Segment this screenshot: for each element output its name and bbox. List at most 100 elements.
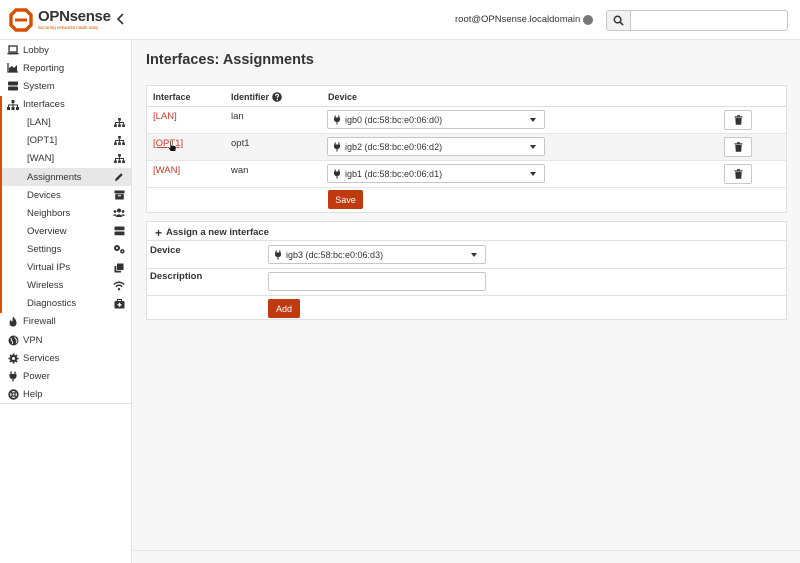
logo[interactable]: OPNsense Securing networks made easy [8,6,111,34]
sidebar-item-system[interactable]: System [0,77,131,95]
sitemap-icon [7,99,19,111]
plug-icon [274,250,283,260]
sidebar-item-virtual-ips[interactable]: Virtual IPs [0,258,131,277]
sidebar: Lobby Reporting System Interfaces [LAN] … [0,40,132,563]
identifier-cell: opt1 [231,138,250,149]
sidebar-item-label: Diagnostics [27,298,77,310]
sidebar-item-label: VPN [23,334,43,346]
sidebar-item-interfaces[interactable]: Interfaces [0,95,131,114]
sidebar-item-wireless[interactable]: Wireless [0,276,131,295]
interface-link-wan[interactable]: [WAN] [153,165,180,176]
assignments-panel: Interface Identifier Device [LAN] lan ig… [146,85,787,213]
user-label[interactable]: root@OPNsense.localdomain [455,14,580,25]
caret-down-icon [530,145,536,149]
trash-icon [734,169,742,179]
sidebar-item-lan[interactable]: [LAN] [0,113,131,132]
device-select[interactable]: igb0 (dc:58:bc:e0:06:d0) [327,110,545,129]
delete-button[interactable] [724,137,752,157]
divider [147,295,786,296]
search-button[interactable] [606,10,631,31]
device-select-value: igb0 (dc:58:bc:e0:06:d0) [345,114,443,125]
delete-button[interactable] [724,110,752,130]
wifi-icon [113,280,125,292]
archive-icon [113,189,125,201]
brand-name: OPNsense [38,8,111,25]
sidebar-item-vpn[interactable]: VPN [0,331,131,349]
trash-icon [734,142,742,152]
caret-down-icon [530,118,536,122]
opnsense-logo-icon [8,7,34,33]
sidebar-item-help[interactable]: Help [0,386,131,404]
top-bar: OPNsense Securing networks made easy roo… [0,0,800,40]
help-icon[interactable] [272,92,282,102]
globe-icon [7,334,19,346]
plug-icon [333,142,342,152]
collapse-sidebar-chevron-left-icon[interactable] [114,12,128,28]
description-label: Description [150,271,203,282]
add-button[interactable]: Add [268,299,300,318]
sidebar-item-label: Services [23,352,60,364]
search-icon [613,15,624,26]
search-input[interactable] [630,10,788,31]
assign-new-interface-title: Assign a new interface [166,227,269,238]
sidebar-item-reporting[interactable]: Reporting [0,59,131,77]
caret-down-icon [471,253,477,257]
sidebar-item-assignments[interactable]: Assignments [0,168,131,187]
column-header-identifier-label: Identifier [231,92,270,102]
sidebar-item-neighbors[interactable]: Neighbors [0,204,131,223]
sidebar-item-label: Neighbors [27,207,71,219]
page-title: Interfaces: Assignments [146,52,314,68]
column-header-device: Device [328,92,358,102]
description-input[interactable] [268,272,486,291]
sidebar-item-label: Devices [27,189,61,201]
cog-icon [7,352,19,364]
divider [147,240,786,241]
sidebar-item-label: Interfaces [23,99,65,111]
column-header-identifier: Identifier [231,92,282,102]
sidebar-item-settings[interactable]: Settings [0,240,131,259]
sidebar-item-diagnostics[interactable]: Diagnostics [0,294,131,313]
sidebar-item-label: Reporting [23,62,65,74]
sidebar-item-label: [WAN] [27,153,55,165]
brand-tagline: Securing networks made easy [38,25,99,30]
sidebar-item-lobby[interactable]: Lobby [0,41,131,59]
new-device-select[interactable]: igb3 (dc:58:bc:e0:06:d3) [268,245,486,264]
save-button[interactable]: Save [328,190,363,209]
sitemap-icon [113,117,125,129]
plug-icon [333,115,342,125]
identifier-cell: wan [231,165,249,176]
sitemap-icon [113,153,125,165]
sidebar-item-overview[interactable]: Overview [0,222,131,241]
device-select-value: igb2 (dc:58:bc:e0:06:d2) [345,141,443,152]
new-device-select-value: igb3 (dc:58:bc:e0:06:d3) [286,249,384,260]
caret-down-icon [530,172,536,176]
sidebar-item-firewall[interactable]: Firewall [0,313,131,331]
tasks-icon [113,225,125,237]
mouse-pointer-hand-icon [167,140,177,152]
sidebar-item-label: System [23,80,55,92]
sidebar-item-label: Power [23,370,50,382]
sidebar-item-label: Assignments [27,171,82,183]
sidebar-item-devices[interactable]: Devices [0,186,131,205]
clone-icon [113,262,125,274]
plug-icon [7,370,19,382]
sidebar-item-power[interactable]: Power [0,367,131,385]
plus-icon: + [155,225,163,240]
delete-button[interactable] [724,164,752,184]
sidebar-item-services[interactable]: Services [0,349,131,367]
interface-link-lan[interactable]: [LAN] [153,111,177,122]
assign-new-interface-header: + Assign a new interface [155,225,269,240]
device-select[interactable]: igb1 (dc:58:bc:e0:06:d1) [327,164,545,183]
sidebar-item-opt1[interactable]: [OPT1] [0,131,131,150]
status-indicator-icon[interactable] [583,15,593,25]
sidebar-item-label: Virtual IPs [27,262,71,274]
sidebar-item-label: Overview [27,225,67,237]
medkit-icon [113,298,125,310]
footer-divider [133,550,800,551]
sidebar-item-wan[interactable]: [WAN] [0,149,131,169]
device-select[interactable]: igb2 (dc:58:bc:e0:06:d2) [327,137,545,156]
table-row: [OPT1] opt1 igb2 (dc:58:bc:e0:06:d2) [147,134,786,161]
sitemap-icon [113,135,125,147]
area-chart-icon [7,62,19,74]
sidebar-item-label: Wireless [27,280,64,292]
